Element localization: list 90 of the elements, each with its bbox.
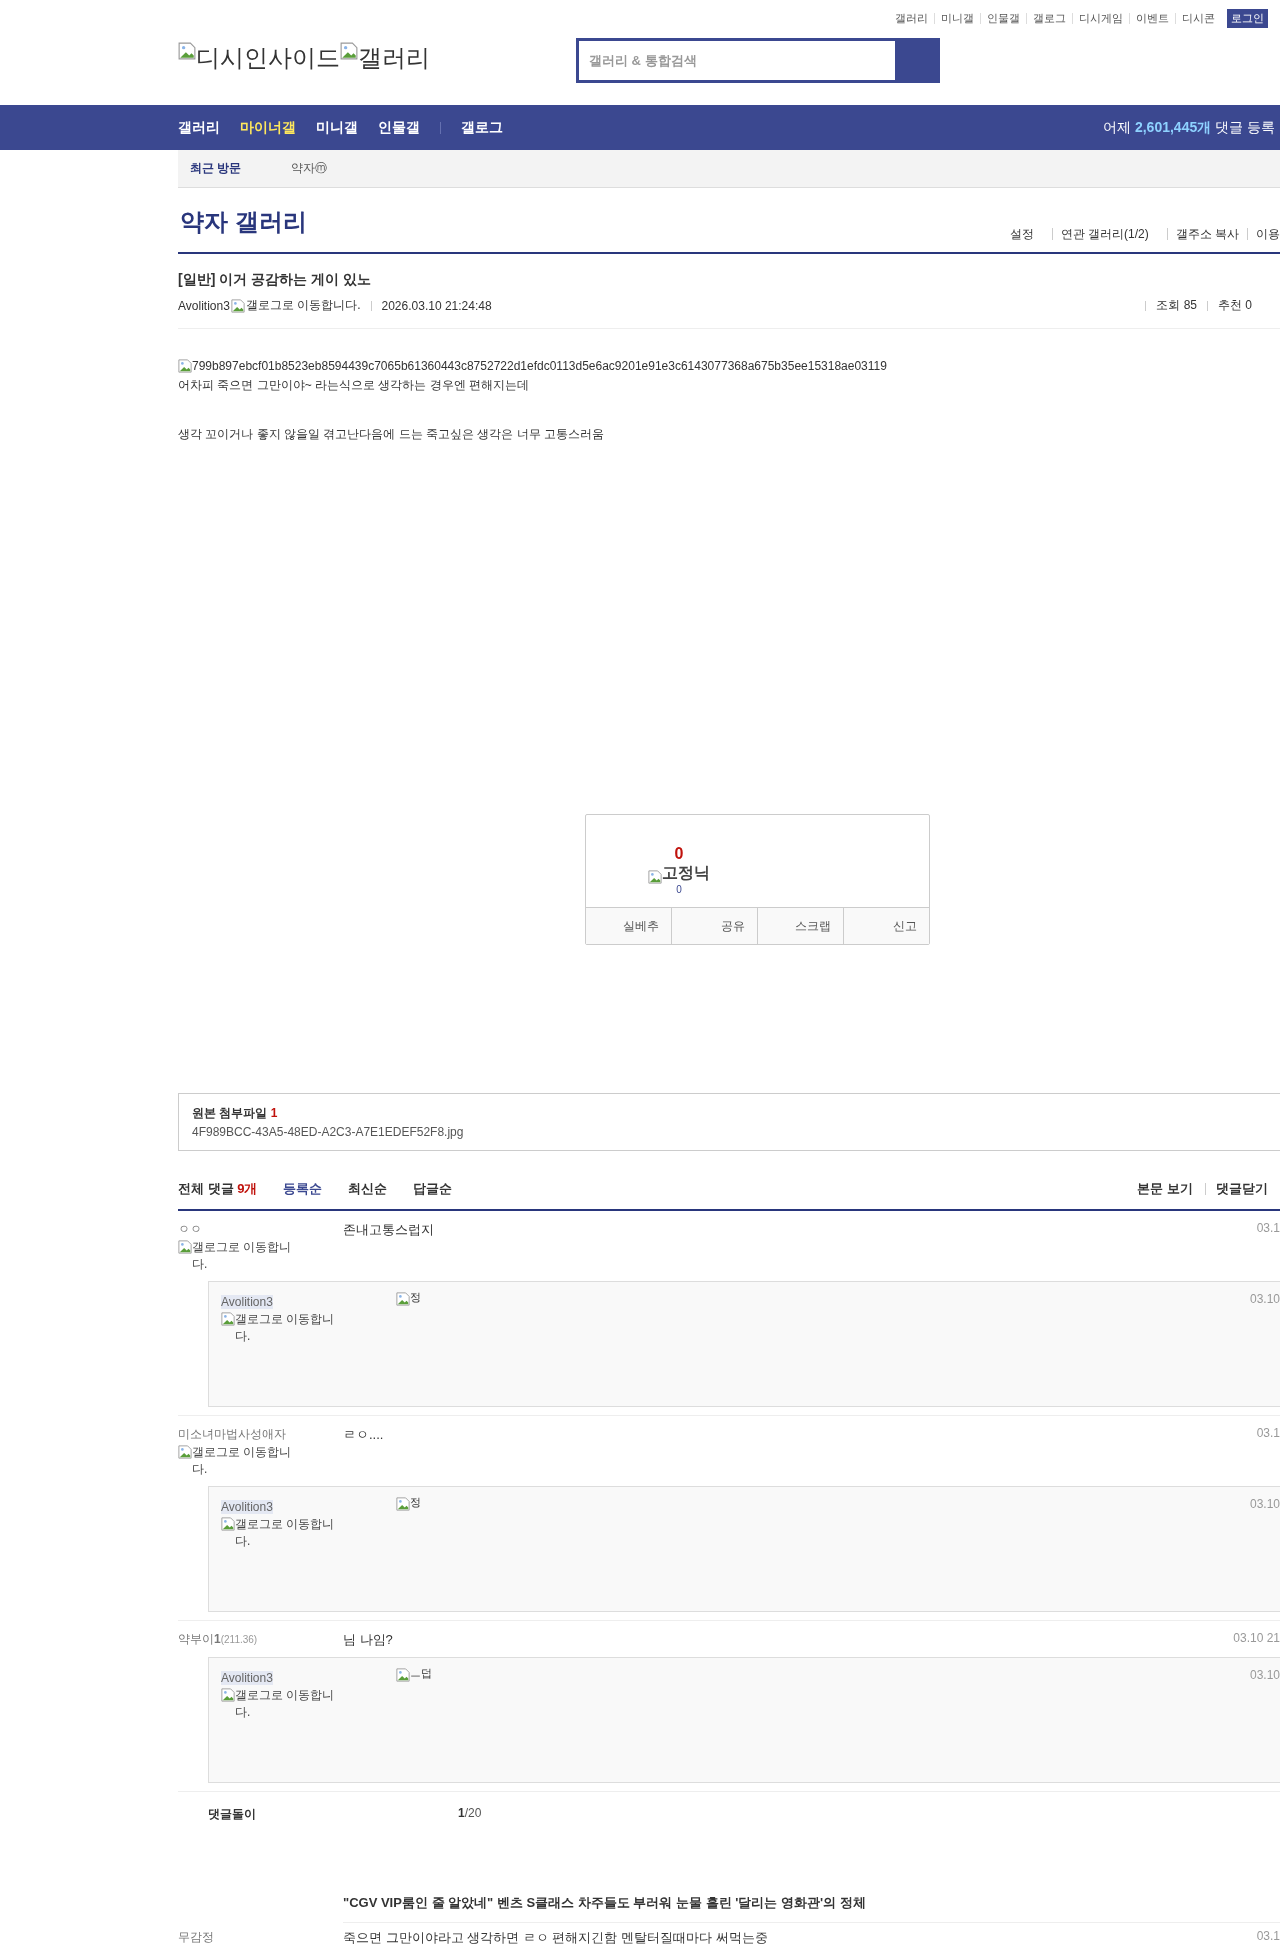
gallog-link[interactable]: 갤로그로 이동합니다.: [192, 1444, 300, 1478]
top-link[interactable]: 미니갤: [934, 12, 980, 24]
fixed-nick-label: 고정닉: [662, 863, 710, 883]
broken-image-icon: [221, 1312, 235, 1326]
top-link[interactable]: 갤러리: [889, 12, 934, 24]
broken-image-icon: [178, 1240, 192, 1254]
post-paragraph: 생각 꼬이거나 좋지 않을일 겪고난다음에 드는 죽고싶은 생각은 너무 고통스러움: [178, 426, 605, 443]
post-date: 2026.03.10 21:24:48: [381, 298, 492, 313]
login-button[interactable]: 로그인: [1227, 8, 1268, 28]
nav-tab[interactable]: 인물갤: [378, 118, 420, 137]
gallery-link[interactable]: 연관 갤러리(1/2): [1051, 228, 1157, 240]
reply-author[interactable]: Avolition3: [221, 1295, 273, 1309]
search-field[interactable]: 갤러리 & 통합검색: [576, 38, 940, 83]
attachment-file[interactable]: 4F989BCC-43A5-48ED-A2C3-A7E1EDEF52F8.jpg: [192, 1125, 1267, 1139]
comment-text: 존내고통스럽지: [343, 1221, 435, 1239]
logo-text[interactable]: 갤러리: [358, 42, 430, 74]
comment-date: 03.1: [1256, 1929, 1280, 1945]
recommend-count: 추천 0: [1218, 297, 1252, 314]
comment-date: 03.1: [1256, 1221, 1280, 1237]
attachment-label: 원본 첨부파일 1: [192, 1105, 279, 1122]
view-count: 조회 85: [1156, 297, 1197, 314]
comment-text: ㄹㅇ....: [343, 1426, 385, 1444]
top-link[interactable]: 디시콘: [1175, 12, 1221, 24]
broken-image-icon: [178, 359, 192, 373]
top-link[interactable]: 이벤트: [1129, 12, 1175, 24]
top-link[interactable]: 인물갤: [980, 12, 1026, 24]
nav-tab[interactable]: 미니갤: [316, 118, 358, 137]
page-indicator: 1/20: [458, 1806, 482, 1822]
top-link[interactable]: 갤로그: [1026, 12, 1072, 24]
comment-action-link[interactable]: 댓글닫기: [1205, 1183, 1280, 1195]
gallog-link[interactable]: 갤로그로 이동합니다.: [235, 1516, 343, 1550]
image-alt-text: ㅡ덥: [410, 1668, 432, 1679]
image-alt-text: 정: [410, 1497, 421, 1508]
comment-text: 죽으면 그만이야라고 생각하면 ㄹㅇ 편해지긴함 멘탈터질때마다 써먹는중: [343, 1929, 769, 1947]
comment-date: 03.1: [1256, 1426, 1280, 1442]
vote-action-button[interactable]: 실베추: [586, 908, 671, 944]
comment-action-link[interactable]: 본문 보기: [1127, 1183, 1205, 1195]
vote-action-button[interactable]: 스크랩: [757, 908, 843, 944]
logo-text[interactable]: 디시인사이드: [196, 42, 340, 74]
comment-text: 님 나임?: [343, 1631, 394, 1649]
author-name[interactable]: Avolition3: [178, 298, 230, 313]
nav-tab[interactable]: 갤러리: [178, 118, 220, 137]
sort-tab[interactable]: 등록순: [283, 1180, 323, 1198]
broken-image-icon: [178, 1445, 192, 1459]
broken-image-icon: [221, 1688, 235, 1702]
fixed-nick-count: 0: [676, 884, 682, 895]
broken-image-icon: [178, 42, 196, 60]
sort-tab[interactable]: 최신순: [348, 1180, 388, 1198]
sort-tab[interactable]: 답글순: [413, 1180, 453, 1198]
broken-image-icon: [340, 42, 358, 60]
comment-total: 전체 댓글 9개: [178, 1180, 258, 1198]
reply-author[interactable]: Avolition3: [221, 1500, 273, 1514]
gallog-link[interactable]: 갤로그로 이동합니다.: [235, 1311, 343, 1345]
reply-date: 03.10: [1249, 1668, 1280, 1684]
comment-author[interactable]: 약부이1(211.36): [178, 1631, 343, 1648]
recent-item[interactable]: 약자ⓜ: [291, 160, 328, 177]
broken-image-icon: [230, 298, 245, 313]
comment-author[interactable]: 미소녀마법사성애자: [178, 1426, 343, 1443]
post-paragraph: 어차피 죽으면 그만이야~ 라는식으로 생각하는 경우엔 편해지는데: [178, 377, 530, 394]
comment-date: 03.10 21: [1233, 1631, 1280, 1647]
comment-author[interactable]: ㅇㅇ: [178, 1221, 343, 1238]
broken-image-icon: [396, 1292, 410, 1306]
reply-author[interactable]: Avolition3: [221, 1671, 273, 1685]
reply-date: 03.10: [1249, 1497, 1280, 1513]
nav-tab[interactable]: 갤로그: [461, 118, 503, 137]
gallery-link[interactable]: 이용: [1247, 228, 1280, 240]
gallog-link[interactable]: 갤로그로 이동합니다.: [235, 1687, 343, 1721]
broken-image-icon: [648, 870, 662, 884]
recommend-count: 0: [674, 845, 684, 863]
vote-action-button[interactable]: 신고: [843, 908, 929, 944]
gallery-link[interactable]: 설정: [1001, 228, 1042, 240]
comment-author[interactable]: 무감정: [178, 1929, 343, 1946]
gallog-link[interactable]: 갤로그로 이동합니다.: [192, 1239, 300, 1273]
recent-label: 최근 방문: [190, 160, 242, 177]
comment-bot-label: 댓글돌이: [208, 1806, 257, 1823]
image-alt-text: 799b897ebcf01b8523eb8594439c7065b61360443c8752722d1efdc0113d5e6ac9201e91e3c6143077368a675b35ee15318ae03119: [192, 359, 887, 373]
gallery-link[interactable]: 갤주소 복사: [1166, 228, 1247, 240]
broken-image-icon: [396, 1497, 410, 1511]
reply-date: 03.10: [1249, 1292, 1280, 1308]
comment-stats: 어제 2,601,445개 댓글 등록: [1103, 118, 1275, 137]
gallery-title[interactable]: 약자 갤러리: [180, 206, 307, 238]
broken-image-icon: [396, 1668, 410, 1682]
gallog-link[interactable]: 갤로그로 이동합니다.: [245, 297, 361, 314]
post-title: [일반] 이거 공감하는 게이 있노: [178, 271, 372, 289]
nav-tab[interactable]: 마이너갤: [240, 118, 296, 137]
top-link[interactable]: 디시게임: [1072, 12, 1129, 24]
ad-headline[interactable]: "CGV VIP룸인 줄 알았네" 벤츠 S클래스 차주들도 부러워 눈물 흘린 '달리는 영화관'의 정체: [343, 1894, 1280, 1923]
broken-image-icon: [221, 1517, 235, 1531]
image-alt-text: 정: [410, 1292, 421, 1303]
vote-action-button[interactable]: 공유: [671, 908, 757, 944]
